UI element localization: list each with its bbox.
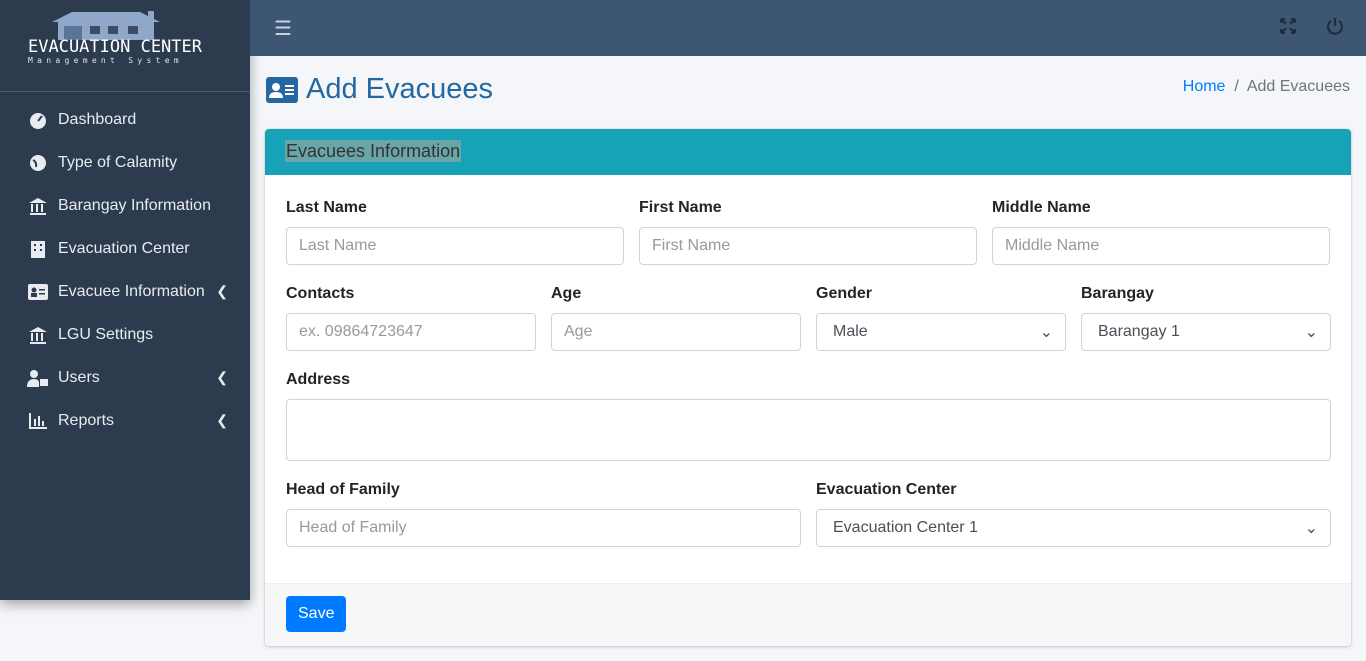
chevron-left-icon: ❮ xyxy=(216,369,228,385)
breadcrumb-current: Add Evacuees xyxy=(1246,78,1350,95)
last-name-label: Last Name xyxy=(286,199,367,216)
menu-toggle-icon[interactable]: ☰ xyxy=(274,16,292,41)
barangay-select[interactable]: Barangay 1 ⌄ xyxy=(1081,313,1331,351)
evacuee-form-card: Evacuees Information Last Name Last Name… xyxy=(265,129,1351,646)
first-name-input[interactable]: First Name xyxy=(639,227,977,265)
sidebar-item-label: Users xyxy=(58,368,100,386)
sidebar-item-dashboard[interactable]: Dashboard xyxy=(0,98,250,141)
sidebar-item-users[interactable]: Users ❮ xyxy=(0,356,250,399)
age-label: Age xyxy=(551,285,582,302)
sidebar: EVACUATION CENTER Management System Dash… xyxy=(0,0,250,600)
contacts-input[interactable]: ex. 09864723647 xyxy=(286,313,536,351)
sidebar-item-label: Reports xyxy=(58,411,115,429)
sidebar-item-evacuation-center[interactable]: Evacuation Center xyxy=(0,227,250,270)
evacuation-center-value: Evacuation Center 1 xyxy=(833,519,978,536)
card-footer: Save xyxy=(265,583,1351,646)
breadcrumb-separator: / xyxy=(1234,78,1239,95)
sidebar-item-label: LGU Settings xyxy=(58,325,154,343)
chevron-down-icon: ⌄ xyxy=(1304,520,1318,537)
sidebar-item-label: Barangay Information xyxy=(58,196,211,214)
sidebar-item-lgu-settings[interactable]: LGU Settings xyxy=(0,313,250,356)
chevron-down-icon: ⌄ xyxy=(1304,324,1318,341)
middle-name-label: Middle Name xyxy=(992,199,1091,216)
middle-name-input[interactable]: Middle Name xyxy=(992,227,1330,265)
globe-icon xyxy=(27,154,49,172)
page-title-text: Add Evacuees xyxy=(306,73,494,105)
sidebar-item-label: Evacuation Center xyxy=(58,239,190,257)
landmark-icon xyxy=(27,326,49,344)
sidebar-item-label: Evacuee Information xyxy=(58,282,205,300)
gender-label: Gender xyxy=(816,285,873,302)
house-logo-icon xyxy=(52,11,160,40)
evacuation-center-select[interactable]: Evacuation Center 1 ⌄ xyxy=(816,509,1331,547)
chevron-left-icon: ❮ xyxy=(216,283,228,299)
barangay-label: Barangay xyxy=(1081,285,1154,302)
breadcrumb-home[interactable]: Home xyxy=(1183,78,1226,95)
breadcrumb: Home / Add Evacuees xyxy=(1183,78,1350,96)
university-icon xyxy=(27,197,49,215)
evacuation-center-label: Evacuation Center xyxy=(816,481,957,498)
users-lock-icon xyxy=(27,369,49,387)
first-name-label: First Name xyxy=(639,199,722,216)
gender-select[interactable]: Male ⌄ xyxy=(816,313,1066,351)
brand-subtitle: Management System xyxy=(28,56,183,65)
brand-logo[interactable]: EVACUATION CENTER Management System xyxy=(0,0,250,92)
sidebar-item-type-of-calamity[interactable]: Type of Calamity xyxy=(0,141,250,184)
sidebar-item-barangay-information[interactable]: Barangay Information xyxy=(0,184,250,227)
head-of-family-label: Head of Family xyxy=(286,481,400,498)
contacts-label: Contacts xyxy=(286,285,355,302)
card-title: Evacuees Information xyxy=(285,140,462,162)
barangay-value: Barangay 1 xyxy=(1098,323,1180,340)
brand-title: EVACUATION CENTER xyxy=(28,37,202,57)
sidebar-item-reports[interactable]: Reports ❮ xyxy=(0,399,250,442)
address-label: Address xyxy=(286,371,351,388)
chevron-down-icon: ⌄ xyxy=(1039,324,1053,341)
last-name-input[interactable]: Last Name xyxy=(286,227,624,265)
age-input[interactable]: Age xyxy=(551,313,801,351)
top-navbar: ☰ xyxy=(250,0,1366,56)
save-button[interactable]: Save xyxy=(286,596,347,632)
fullscreen-icon[interactable] xyxy=(1279,17,1297,39)
building-icon xyxy=(27,240,49,258)
id-card-icon xyxy=(27,283,49,301)
head-of-family-input[interactable]: Head of Family xyxy=(286,509,801,547)
power-icon[interactable] xyxy=(1326,17,1344,40)
tachometer-icon xyxy=(27,111,49,129)
chevron-left-icon: ❮ xyxy=(216,412,228,428)
chart-bar-icon xyxy=(27,412,49,430)
address-textarea[interactable] xyxy=(286,399,1331,461)
page-title: Add Evacuees xyxy=(266,73,493,106)
sidebar-item-evacuee-information[interactable]: Evacuee Information ❮ xyxy=(0,270,250,313)
id-card-icon xyxy=(266,76,298,103)
sidebar-item-label: Type of Calamity xyxy=(58,153,178,171)
sidebar-item-label: Dashboard xyxy=(58,110,137,128)
gender-value: Male xyxy=(833,323,868,340)
